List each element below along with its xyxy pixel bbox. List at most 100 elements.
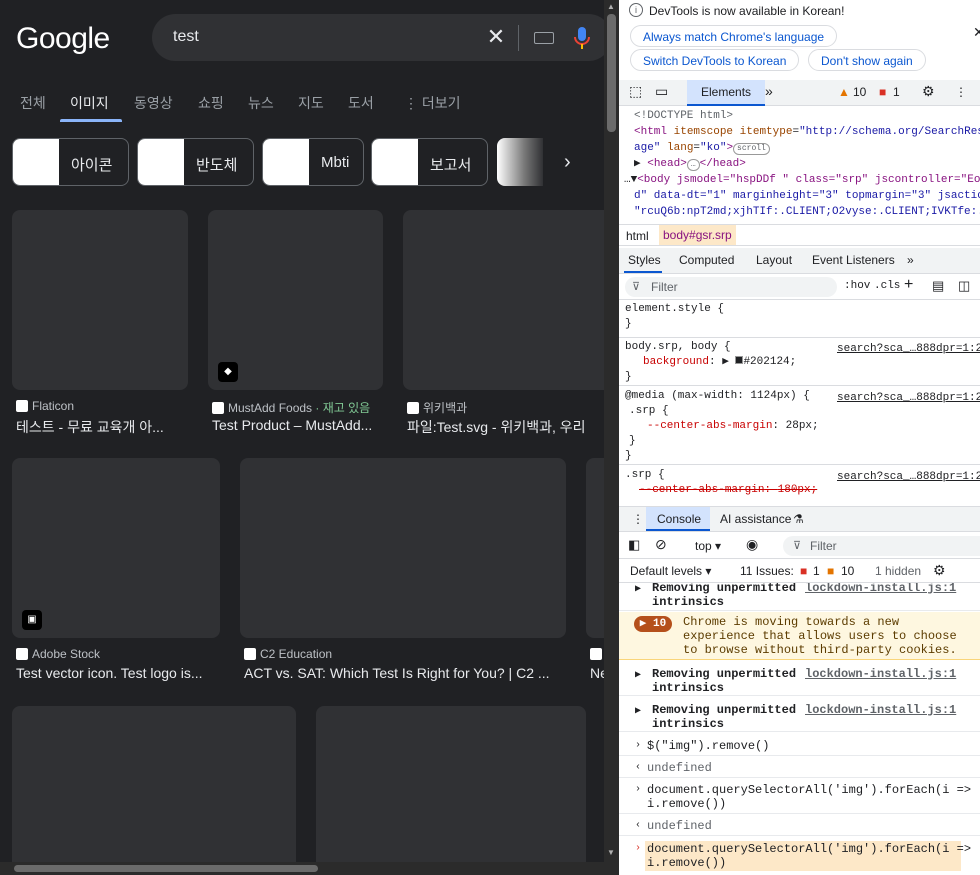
console-prompt[interactable]: › document.querySelectorAll('img').forEa… [619,836,980,875]
result-image[interactable]: ▣ [12,458,220,638]
expand-icon[interactable]: ▶ [635,669,641,683]
result-source[interactable]: 위키백과 [407,399,467,416]
result-title[interactable]: ACT vs. SAT: Which Test Is Right for You… [244,665,566,681]
dom-tree[interactable]: <!DOCTYPE html> <html itemscope itemtype… [619,106,980,224]
paint-icon[interactable]: ▤ [932,278,944,294]
search-input[interactable]: test [173,28,199,46]
result-image[interactable] [403,210,604,390]
chip-report[interactable]: 보고서 [371,138,488,186]
switch-korean-button[interactable]: Switch DevTools to Korean [630,49,800,71]
result-image[interactable] [316,706,586,875]
styles-filter-input[interactable]: Filter [625,277,837,297]
tab-computed[interactable]: Computed [679,253,734,267]
tab-event-listeners[interactable]: Event Listeners [812,253,895,267]
close-icon[interactable]: ✕ [973,24,980,41]
more-tabs-icon[interactable]: » [907,253,914,267]
hov-button[interactable]: :hov [844,280,870,292]
scroll-thumb[interactable] [14,865,318,872]
tab-all[interactable]: 전체 [20,93,46,113]
inspect-icon[interactable]: ⬚ [629,83,642,100]
dont-show-button[interactable]: Don't show again [808,49,926,71]
device-toolbar-icon[interactable]: ▭ [655,83,668,100]
chip-mbti[interactable]: Mbti [262,138,364,186]
expand-icon[interactable]: ▶ [635,583,641,597]
result-source[interactable] [590,647,604,661]
keyboard-icon[interactable] [534,32,554,44]
google-logo[interactable]: Google [16,22,110,56]
tab-books[interactable]: 도서 [348,93,374,113]
style-rule[interactable]: element.style { } [619,302,980,338]
drawer-menu-icon[interactable]: ⋮ [632,512,644,526]
ellipsis-badge[interactable]: … [686,159,700,171]
console-input-echo[interactable]: › $("img").remove() [619,734,980,756]
gear-icon[interactable]: ⚙ [922,83,935,100]
source-link[interactable]: lockdown-install.js:1 [805,703,956,717]
style-rule[interactable]: @media (max-width: 1124px) { search?sca_… [619,389,980,465]
gear-icon[interactable]: ⚙ [933,562,946,579]
result-image[interactable] [12,210,188,390]
crumb-body[interactable]: body#gsr.srp [659,225,736,245]
html-tag[interactable]: <html [634,126,667,138]
search-box[interactable]: test ✕ [152,14,604,61]
console-filter-input[interactable]: ⊽ Filter [783,536,980,556]
context-select[interactable]: top ▾ [695,539,721,553]
console-message[interactable]: ▶ Removing unpermitted intrinsics lockdo… [619,662,980,696]
warning-group-badge[interactable]: ▶ 10 [634,616,672,632]
tab-maps[interactable]: 지도 [298,93,324,113]
source-link[interactable]: lockdown-install.js:1 [805,667,956,681]
command-text[interactable]: i.remove()) [647,856,726,870]
result-title[interactable]: Test vector icon. Test logo is... [16,665,220,681]
tab-ai-assistance[interactable]: AI assistance [720,512,791,526]
mic-icon[interactable] [574,26,590,50]
console-warning[interactable]: ▶ 10 Chrome is moving towards a new expe… [619,612,980,660]
style-rule[interactable]: body.srp, body { search?sca_…888dpr=1:25… [619,340,980,386]
eye-icon[interactable]: ◉ [746,536,758,553]
console-message[interactable]: ▶ Removing unpermitted intrinsics lockdo… [619,583,980,611]
horizontal-scrollbar[interactable] [0,862,604,875]
style-rule[interactable]: .srp { search?sca_…888dpr=1:25 --center-… [619,468,980,505]
console-message[interactable]: ▶ Removing unpermitted intrinsics lockdo… [619,698,980,732]
source-link[interactable]: search?sca_…888dpr=1:25 [837,391,980,406]
result-source[interactable]: Flaticon [16,399,74,413]
expand-icon[interactable]: ▶ [635,705,641,719]
chip-semiconductor[interactable]: 반도체 [137,138,254,186]
scroll-thumb[interactable] [607,14,616,132]
source-link[interactable]: search?sca_…888dpr=1:25 [837,342,980,357]
result-title[interactable]: 파일:Test.svg - 위키백과, 우리 [407,417,603,437]
result-source[interactable]: C2 Education [244,647,332,661]
kebab-menu-icon[interactable]: ⋮ [955,85,967,99]
more-tabs-icon[interactable]: » [765,83,773,99]
scroll-badge[interactable]: scroll [733,143,770,155]
scroll-down-icon[interactable]: ▼ [607,848,615,857]
source-link[interactable]: search?sca_…888dpr=1:25 [837,470,980,485]
clear-console-icon[interactable]: ⊘ [655,536,667,553]
add-rule-icon[interactable]: + [904,276,913,294]
result-source[interactable]: Adobe Stock [16,647,100,661]
issues-label[interactable]: 11 Issues: [740,564,794,578]
levels-select[interactable]: Default levels ▾ [630,564,711,578]
warning-icon[interactable]: ▲ [838,85,850,99]
console-input-echo[interactable]: › document.querySelectorAll('img').forEa… [619,778,980,814]
result-image[interactable] [240,458,566,638]
tab-videos[interactable]: 동영상 [134,93,173,113]
result-title[interactable]: Test Product – MustAdd... [212,417,382,433]
chip-icon[interactable]: 아이콘 [12,138,129,186]
command-text[interactable]: document.querySelectorAll('img').forEach… [647,842,971,856]
result-source[interactable]: MustAdd Foods · 재고 있음 [212,399,370,416]
tab-more[interactable]: ⋮ 더보기 [404,93,461,113]
result-image[interactable] [586,458,604,638]
chevron-right-icon[interactable]: › [564,151,571,174]
source-link[interactable]: lockdown-install.js:1 [805,583,956,595]
sidebar-toggle-icon[interactable]: ◫ [958,278,970,294]
tab-news[interactable]: 뉴스 [248,93,274,113]
body-tag[interactable]: <body jsmodel="hspDDf " class="srp" jsco… [637,174,980,186]
error-icon[interactable]: ■ [879,85,886,99]
tab-layout[interactable]: Layout [756,253,792,267]
tab-styles[interactable]: Styles [628,253,661,267]
scroll-up-icon[interactable]: ▲ [607,2,615,11]
vertical-scrollbar[interactable]: ▲ ▼ [604,0,619,862]
result-image[interactable]: ◆ [208,210,383,390]
result-title[interactable]: Ne [590,665,604,681]
result-image[interactable] [12,706,296,875]
clear-icon[interactable]: ✕ [485,26,507,48]
